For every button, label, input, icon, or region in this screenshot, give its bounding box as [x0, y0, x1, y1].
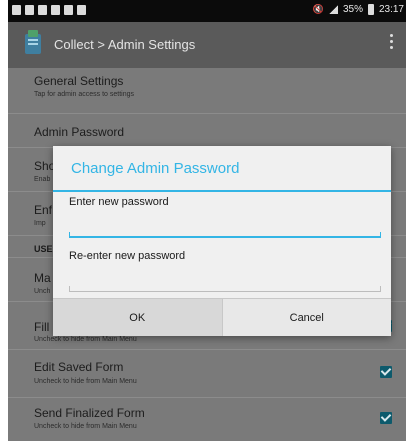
battery-percent: 35% [342, 4, 363, 15]
new-password-input[interactable] [69, 210, 381, 232]
item-subtitle: Uncheck to hide from Main Menu [34, 378, 137, 385]
item-title: Ma [34, 271, 51, 285]
checkbox-checked[interactable] [380, 412, 392, 424]
list-item-send-finalized-form[interactable]: Send Finalized Form Uncheck to hide from… [8, 398, 406, 441]
clock: 23:17 [378, 4, 404, 15]
page-title: Collect > Admin Settings [54, 37, 196, 52]
item-subtitle: Enab [34, 176, 51, 183]
checkbox-checked[interactable] [380, 366, 392, 378]
image-icon [77, 5, 86, 15]
item-title: Fill [34, 320, 50, 334]
item-title: Edit Saved Form [34, 360, 124, 374]
item-subtitle: Unch [34, 288, 51, 295]
section-header-label: USE [34, 244, 53, 254]
new-password-label: Enter new password [69, 196, 169, 208]
list-item-edit-saved-form[interactable]: Edit Saved Form Uncheck to hide from Mai… [8, 350, 406, 398]
change-password-dialog: Change Admin Password Enter new password… [53, 146, 391, 336]
reenter-password-underline [69, 286, 381, 292]
item-subtitle: Uncheck to hide from Main Menu [34, 423, 137, 430]
overflow-menu-icon[interactable] [390, 34, 394, 50]
ok-button[interactable]: OK [53, 299, 223, 336]
action-bar: Collect > Admin Settings [8, 22, 406, 68]
gallery-icon [25, 5, 34, 15]
list-item-general-settings[interactable]: General Settings Tap for admin access to… [8, 68, 406, 114]
reenter-password-input[interactable] [69, 264, 381, 286]
dialog-title-divider [53, 190, 391, 192]
notification-icon [12, 5, 21, 15]
signal-icon [328, 5, 338, 14]
item-title: General Settings [34, 74, 124, 88]
download-icon [64, 5, 73, 15]
new-password-underline [69, 232, 381, 238]
device-screen: 🔇 35% 23:17 Collect > Admin Settings Gen… [8, 0, 406, 441]
list-item-admin-password[interactable]: Admin Password [8, 114, 406, 148]
item-subtitle: Imp [34, 220, 46, 227]
system-icons: 🔇 35% 23:17 [313, 4, 404, 15]
item-title: Admin Password [34, 125, 125, 139]
dialog-button-bar: OK Cancel [53, 298, 391, 336]
item-title: Send Finalized Form [34, 406, 145, 420]
notification-icon [51, 5, 60, 15]
notification-icons [12, 5, 86, 15]
mute-icon: 🔇 [312, 4, 324, 14]
item-title: Enf [34, 203, 53, 217]
app-icon[interactable] [22, 28, 44, 56]
item-subtitle: Tap for admin access to settings [34, 91, 134, 98]
battery-icon [367, 4, 374, 15]
status-bar: 🔇 35% 23:17 [8, 0, 406, 22]
reenter-password-label: Re-enter new password [69, 250, 186, 262]
dialog-title: Change Admin Password [71, 160, 240, 177]
item-subtitle: Uncheck to hide from Main Menu [34, 336, 137, 343]
gallery-icon [38, 5, 47, 15]
cancel-button[interactable]: Cancel [222, 299, 391, 336]
